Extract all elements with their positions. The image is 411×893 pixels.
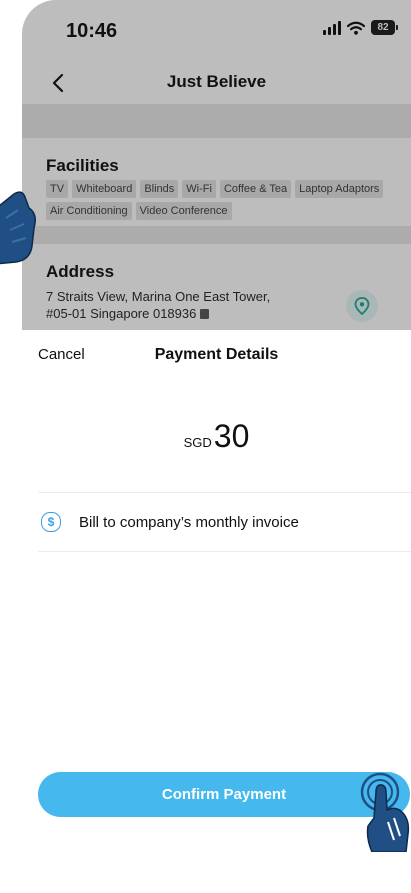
facility-tag: Wi-Fi	[182, 180, 216, 198]
facility-tag: Whiteboard	[72, 180, 137, 198]
facility-tag: Air Conditioning	[46, 202, 132, 220]
amount-currency: SGD	[183, 435, 212, 450]
phone-screen: 10:46 82 Just Believe Facilities TV Whit…	[0, 0, 411, 893]
facility-tag: Laptop Adaptors	[295, 180, 384, 198]
battery-icon: 82	[371, 20, 398, 35]
hand-pointer-icon	[0, 188, 42, 268]
section-divider	[22, 226, 411, 244]
hand-tap-icon	[358, 770, 411, 853]
dollar-circle-icon: $	[41, 512, 61, 532]
facilities-title: Facilities	[46, 156, 119, 175]
address-line-1: 7 Straits View, Marina One East Tower,	[46, 289, 271, 304]
page-title: Just Believe	[166, 72, 267, 91]
status-icons: 82	[323, 20, 398, 35]
address-line-2-text: #05-01 Singapore 018936	[46, 306, 197, 321]
facility-tag: Video Conference	[135, 202, 232, 220]
status-bar: 10:46 82	[22, 0, 411, 62]
background-page: 10:46 82 Just Believe Facilities TV Whit…	[22, 0, 411, 330]
payment-sheet: Cancel Payment Details SGD30 $ Bill to c…	[22, 330, 411, 893]
sheet-title: Payment Details	[154, 346, 279, 363]
nav-bar: Just Believe	[22, 62, 411, 106]
payment-amount: SGD30	[22, 418, 411, 455]
sheet-header: Cancel Payment Details	[22, 330, 411, 380]
location-pin-icon[interactable]	[346, 290, 378, 322]
wifi-icon	[347, 21, 365, 35]
status-time: 10:46	[66, 20, 118, 42]
facilities-tags: TV Whiteboard Blinds Wi-Fi Coffee & Tea …	[46, 180, 406, 220]
confirm-payment-button[interactable]: Confirm Payment	[38, 772, 410, 817]
amount-value: 30	[213, 418, 250, 454]
facility-tag: TV	[46, 180, 69, 198]
facility-tag: Blinds	[140, 180, 179, 198]
section-divider	[22, 104, 411, 138]
payment-method-option[interactable]: $ Bill to company’s monthly invoice	[38, 492, 411, 552]
signal-icon	[323, 20, 341, 35]
facility-tag: Coffee & Tea	[219, 180, 292, 198]
payment-method-label: Bill to company’s monthly invoice	[79, 513, 299, 531]
copy-icon[interactable]	[200, 309, 210, 319]
address-title: Address	[46, 262, 115, 281]
address-line-2: #05-01 Singapore 018936	[46, 306, 210, 322]
